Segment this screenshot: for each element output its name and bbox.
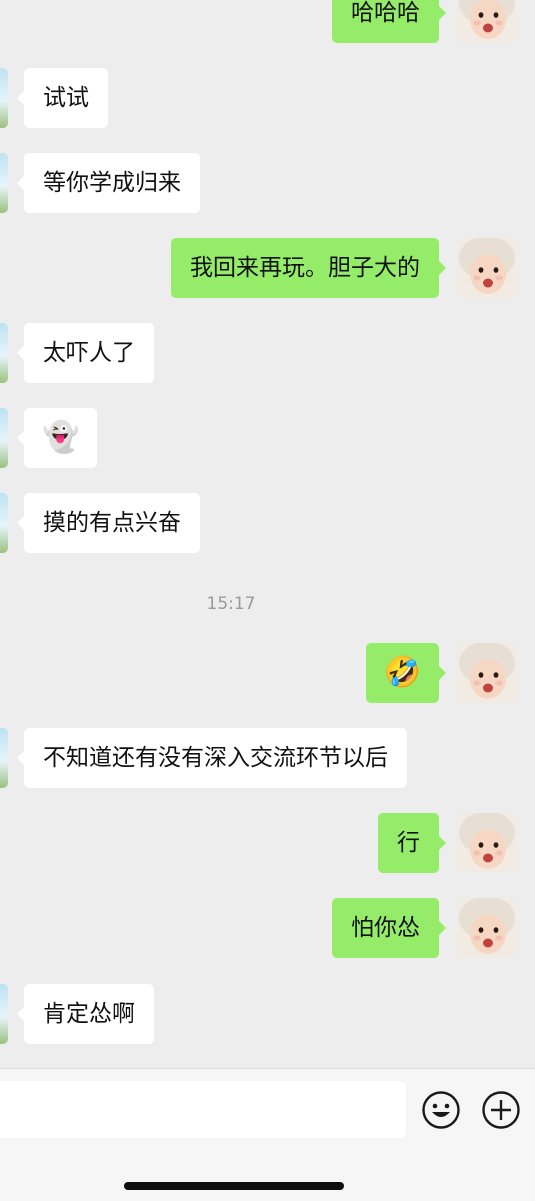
baby-avatar-icon (457, 238, 517, 298)
baby-avatar-icon (457, 813, 517, 873)
home-indicator[interactable] (124, 1182, 344, 1190)
message-incoming: 试试 (0, 68, 108, 128)
message-bubble[interactable]: 试试 (17, 68, 108, 128)
avatar[interactable] (457, 0, 517, 43)
message-bubble[interactable]: 行 (378, 813, 446, 873)
avatar[interactable] (0, 493, 8, 553)
avatar[interactable] (457, 238, 517, 298)
message-outgoing: 哈哈哈 (332, 0, 517, 43)
baby-avatar-icon (457, 643, 517, 703)
message-bubble[interactable]: 👻 (16, 408, 98, 468)
message-bubble[interactable]: 摸的有点兴奋 (17, 493, 200, 553)
avatar[interactable] (0, 728, 8, 788)
avatar[interactable] (457, 643, 517, 703)
avatar[interactable] (0, 408, 8, 468)
message-outgoing: 行 (378, 813, 517, 873)
baby-avatar-icon (457, 0, 517, 43)
message-bubble[interactable]: 🤣 (365, 643, 447, 703)
avatar[interactable] (0, 68, 8, 128)
message-bubble[interactable]: 哈哈哈 (332, 0, 446, 43)
message-outgoing: 我回来再玩。胆子大的 (171, 238, 517, 298)
message-input[interactable] (0, 1081, 406, 1138)
avatar[interactable] (0, 984, 8, 1044)
message-bubble[interactable]: 我回来再玩。胆子大的 (171, 238, 446, 298)
message-bubble[interactable]: 怕你怂 (332, 898, 446, 958)
smiley-face-icon[interactable] (421, 1090, 461, 1130)
input-bar (0, 1068, 535, 1201)
message-incoming: 太吓人了 (0, 323, 154, 383)
avatar[interactable] (457, 813, 517, 873)
message-incoming: 等你学成归来 (0, 153, 200, 213)
avatar[interactable] (0, 323, 8, 383)
avatar[interactable] (457, 898, 517, 958)
message-incoming: 👻 (0, 408, 98, 468)
message-incoming: 不知道还有没有深入交流环节以后 (0, 728, 407, 788)
avatar[interactable] (0, 153, 8, 213)
message-outgoing: 怕你怂 (332, 898, 517, 958)
message-bubble[interactable]: 不知道还有没有深入交流环节以后 (17, 728, 407, 788)
baby-avatar-icon (457, 898, 517, 958)
chat-area[interactable]: 哈哈哈 试试 等你学成归来 我回来再玩。胆子大的 太吓人了 👻 摸的有点兴奋 1… (0, 0, 535, 1068)
message-bubble[interactable]: 太吓人了 (17, 323, 154, 383)
message-timestamp: 15:17 (206, 594, 256, 614)
message-incoming: 摸的有点兴奋 (0, 493, 200, 553)
message-incoming: 肯定怂啊 (0, 984, 154, 1044)
message-bubble[interactable]: 肯定怂啊 (17, 984, 154, 1044)
plus-circle-icon[interactable] (481, 1090, 521, 1130)
message-outgoing: 🤣 (365, 643, 517, 703)
message-bubble[interactable]: 等你学成归来 (17, 153, 200, 213)
